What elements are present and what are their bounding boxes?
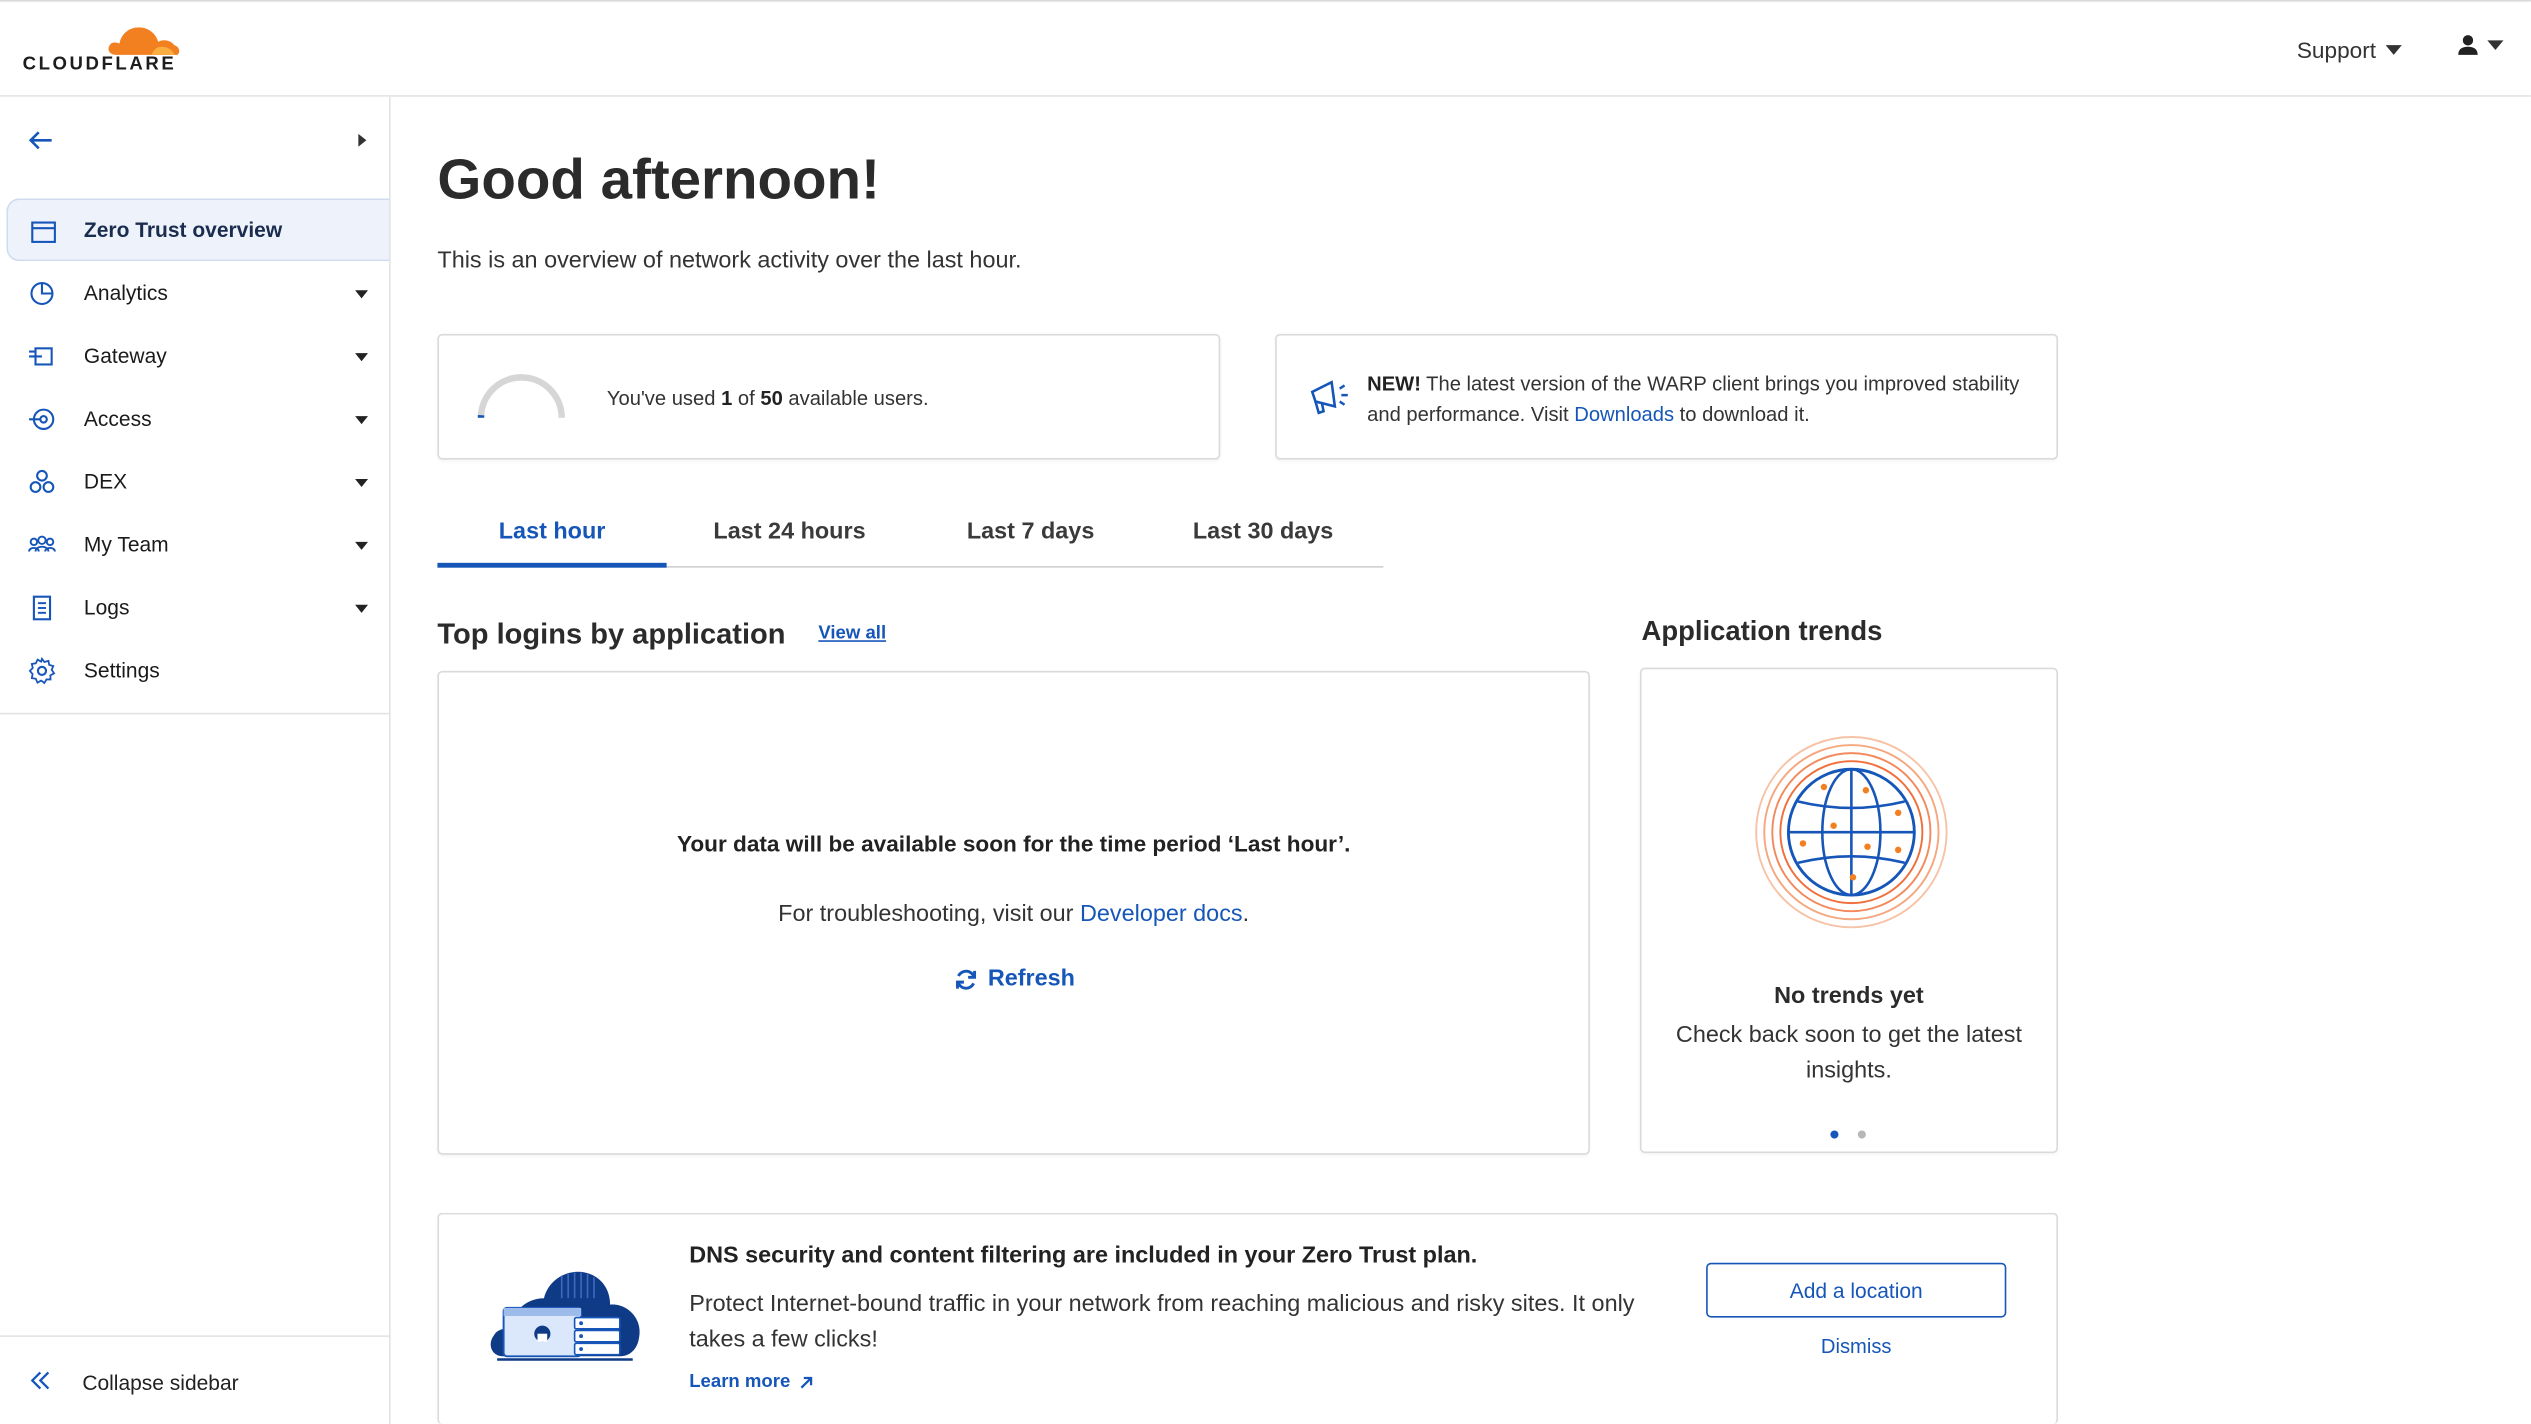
warp-announcement-card: NEW! The latest version of the WARP clie… (1275, 333, 2058, 460)
page-title: Good afternoon! (437, 148, 880, 212)
view-all-link[interactable]: View all (818, 624, 886, 643)
refresh-button[interactable]: Refresh (954, 966, 1075, 992)
dns-filtering-banner: DNS security and content filtering are i… (437, 1212, 2058, 1424)
cloudflare-logo[interactable]: CLOUDFLARE (23, 18, 201, 83)
warp-announcement-text: NEW! The latest version of the WARP clie… (1367, 369, 2029, 430)
sidebar-item-label: My Team (83, 532, 169, 557)
sidebar-item-analytics[interactable]: Analytics (0, 261, 389, 324)
globe-illustration-icon (1755, 736, 1948, 929)
add-location-button[interactable]: Add a location (1706, 1262, 2007, 1318)
learn-more-label: Learn more (689, 1372, 791, 1392)
caret-down-icon (355, 478, 369, 488)
active-tab-indicator (437, 562, 667, 568)
carousel-dot[interactable] (1857, 1130, 1866, 1139)
time-range-tabs: Last hour Last 24 hours Last 7 days Last… (437, 503, 1384, 568)
application-trends-title: Application trends (1641, 616, 1883, 647)
top-logins-card: Your data will be available soon for the… (437, 670, 1590, 1155)
sidebar-item-logs[interactable]: Logs (0, 576, 389, 639)
analytics-icon (30, 281, 54, 306)
no-trends-subtitle: Check back soon to get the latest insigh… (1675, 1022, 2022, 1084)
usage-total-count: 50 (760, 387, 783, 410)
caret-down-icon (355, 290, 369, 299)
sidebar-item-label: Zero Trust overview (83, 217, 283, 242)
megaphone-icon (1310, 380, 1348, 415)
refresh-label: Refresh (987, 966, 1075, 992)
caret-down-icon (2385, 45, 2402, 55)
refresh-icon (956, 968, 977, 989)
sidebar-item-label: DEX (83, 469, 128, 494)
users-usage-gauge (477, 374, 565, 418)
sidebar-item-gateway[interactable]: Gateway (0, 324, 389, 387)
caret-down-icon (355, 604, 369, 613)
caret-down-icon (355, 353, 369, 362)
users-usage-text: You've used 1 of 50 available users. (607, 387, 929, 410)
usage-middle: of (732, 387, 761, 410)
usage-prefix: You've used (606, 387, 722, 410)
tab-last-30-days[interactable]: Last 30 days (1193, 519, 1334, 545)
logs-icon (32, 595, 52, 621)
cloud-security-illustration-icon (490, 1271, 640, 1361)
troubleshooting-text: For troubleshooting, visit our Developer… (439, 901, 1588, 927)
page-subtitle: This is an overview of network activity … (437, 248, 1022, 275)
caret-right-icon[interactable] (358, 133, 367, 147)
application-trends-card: No trends yet Check back soon to get the… (1639, 667, 2058, 1154)
user-menu[interactable] (2457, 34, 2504, 57)
empty-state-title: Your data will be available soon for the… (676, 830, 1351, 857)
arrow-left-icon[interactable] (26, 126, 55, 155)
warp-text-after: to download it. (1674, 403, 1810, 426)
sidebar-item-zero-trust-overview[interactable]: Zero Trust overview (6, 198, 389, 262)
settings-icon (28, 656, 56, 685)
troubleshoot-prefix: For troubleshooting, visit our (778, 901, 1080, 928)
tab-last-24-hours[interactable]: Last 24 hours (713, 519, 865, 545)
gateway-icon (29, 347, 53, 366)
new-label: NEW! (1367, 372, 1421, 396)
support-label: Support (2296, 37, 2377, 63)
sidebar-item-label: Analytics (83, 280, 168, 305)
top-bar: CLOUDFLARE Support (0, 0, 2531, 97)
sidebar-top (0, 97, 389, 187)
team-icon (28, 535, 56, 552)
caret-down-icon (355, 416, 369, 425)
sidebar-item-access[interactable]: Access (0, 387, 389, 450)
sidebar-item-my-team[interactable]: My Team (0, 513, 389, 576)
access-icon (29, 408, 55, 431)
developer-docs-link[interactable]: Developer docs (1080, 901, 1243, 927)
support-menu[interactable]: Support (2297, 37, 2402, 63)
sidebar-item-settings[interactable]: Settings (0, 639, 389, 702)
carousel-dot[interactable] (1830, 1130, 1839, 1139)
sidebar-item-label: Access (83, 406, 152, 431)
cloudflare-cloud-icon (108, 27, 180, 55)
carousel-dots (1830, 1130, 1866, 1139)
caret-down-icon (355, 541, 369, 550)
dismiss-button[interactable]: Dismiss (1706, 1335, 2006, 1358)
users-usage-card: You've used 1 of 50 available users. (437, 333, 1221, 460)
sidebar: Zero Trust overview Analytics Gateway Ac… (0, 96, 391, 1424)
logo-wordmark: CLOUDFLARE (22, 54, 177, 75)
downloads-link[interactable]: Downloads (1574, 403, 1674, 426)
collapse-sidebar-label: Collapse sidebar (82, 1370, 239, 1395)
dex-icon (29, 469, 55, 493)
dns-banner-body: Protect Internet-bound traffic in your n… (689, 1291, 1635, 1354)
sidebar-item-label: Logs (83, 595, 130, 620)
tab-last-7-days[interactable]: Last 7 days (967, 519, 1095, 545)
learn-more-link[interactable]: Learn more (689, 1372, 813, 1392)
sidebar-item-label: Settings (83, 657, 160, 683)
troubleshoot-suffix: . (1242, 901, 1250, 928)
top-logins-title: Top logins by application (437, 617, 786, 650)
double-chevron-left-icon (30, 1371, 50, 1390)
external-arrow-icon (800, 1376, 812, 1388)
sidebar-item-dex[interactable]: DEX (0, 450, 389, 513)
user-icon (2458, 35, 2478, 55)
sidebar-divider (0, 712, 389, 715)
sidebar-item-label: Gateway (83, 343, 167, 368)
usage-suffix: available users. (782, 387, 929, 410)
usage-used-count: 1 (721, 387, 733, 410)
no-trends-title: No trends yet (1774, 983, 1924, 1010)
collapse-sidebar-button[interactable]: Collapse sidebar (0, 1335, 389, 1424)
dns-banner-title: DNS security and content filtering are i… (689, 1243, 1478, 1270)
sidebar-nav: Zero Trust overview Analytics Gateway Ac… (0, 198, 389, 701)
overview-icon (31, 221, 56, 243)
caret-down-icon (2487, 40, 2504, 50)
tab-last-hour[interactable]: Last hour (499, 519, 606, 545)
